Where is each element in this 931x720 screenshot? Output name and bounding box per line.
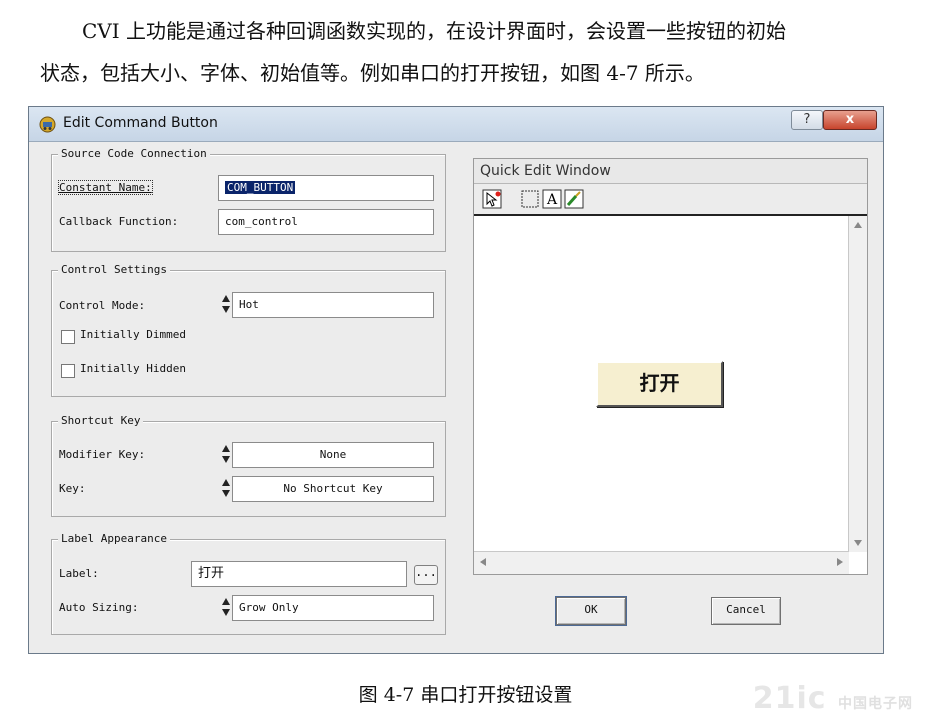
auto-sizing-spinner[interactable] <box>222 595 231 621</box>
label-text-label: Label: <box>59 567 99 580</box>
intro-line-1: CVI 上功能是通过各种回调函数实现的，在设计界面时，会设置一些按钮的初始 <box>82 19 787 43</box>
auto-sizing-field[interactable]: Grow Only <box>232 595 434 621</box>
source-code-group-title: Source Code Connection <box>58 147 210 160</box>
scroll-right-icon[interactable] <box>837 558 843 566</box>
close-button[interactable]: x <box>823 110 877 130</box>
modifier-key-field[interactable]: None <box>232 442 434 468</box>
title-bar[interactable]: Edit Command Button ? x <box>29 107 883 142</box>
quick-edit-canvas[interactable]: 打开 <box>474 216 867 574</box>
initially-dimmed-label: Initially Dimmed <box>80 328 186 341</box>
svg-text:A: A <box>546 192 558 208</box>
label-text-field[interactable]: 打开 <box>191 561 407 587</box>
watermark-main: 21ic <box>752 681 827 716</box>
control-settings-group-title: Control Settings <box>58 263 170 276</box>
preview-open-button[interactable]: 打开 <box>596 361 723 407</box>
scroll-left-icon[interactable] <box>480 558 486 566</box>
initially-hidden-checkbox[interactable] <box>61 364 75 378</box>
constant-name-value: COM_BUTTON <box>225 181 296 194</box>
control-mode-field[interactable]: Hot <box>232 292 434 318</box>
key-spinner[interactable] <box>222 476 231 502</box>
control-settings-group: Control Settings Control Mode: Hot Initi… <box>51 263 446 397</box>
select-rect-tool-icon[interactable] <box>520 189 540 209</box>
intro-paragraph: CVI 上功能是通过各种回调函数实现的，在设计界面时，会设置一些按钮的初始 状态… <box>40 10 900 94</box>
initially-dimmed-checkbox[interactable] <box>61 330 75 344</box>
watermark-sub: 中国电子网 <box>838 696 913 712</box>
horizontal-scrollbar[interactable] <box>474 551 849 574</box>
modifier-key-spinner[interactable] <box>222 442 231 468</box>
edit-command-button-dialog: Edit Command Button ? x Source Code Conn… <box>28 106 884 654</box>
quick-edit-window: Quick Edit Window A 打开 <box>473 158 868 575</box>
quick-edit-title: Quick Edit Window <box>474 159 867 184</box>
pointer-tool-icon[interactable] <box>482 189 502 209</box>
scroll-up-icon[interactable] <box>854 222 862 228</box>
color-brush-tool-icon[interactable] <box>564 189 584 209</box>
cvi-app-icon <box>39 116 56 133</box>
auto-sizing-label: Auto Sizing: <box>59 601 139 614</box>
initially-hidden-label: Initially Hidden <box>80 362 186 375</box>
cancel-button[interactable]: Cancel <box>711 597 781 625</box>
help-button[interactable]: ? <box>791 110 823 130</box>
quick-edit-toolbar: A <box>474 184 867 216</box>
callback-function-field[interactable]: com_control <box>218 209 434 235</box>
shortcut-key-group-title: Shortcut Key <box>58 414 144 427</box>
shortcut-key-group: Shortcut Key Modifier Key: None Key: No … <box>51 414 446 517</box>
text-tool-icon[interactable]: A <box>542 189 562 209</box>
intro-line-2: 状态，包括大小、字体、初始值等。例如串口的打开按钮，如图 4-7 所示。 <box>40 61 705 85</box>
control-mode-label: Control Mode: <box>59 299 146 312</box>
callback-function-label: Callback Function: <box>59 215 179 228</box>
constant-name-label: Constant Name: <box>58 180 153 195</box>
source-code-group: Source Code Connection Constant Name: CO… <box>51 147 446 252</box>
label-appearance-group-title: Label Appearance <box>58 532 170 545</box>
control-mode-spinner[interactable] <box>222 292 231 318</box>
key-field[interactable]: No Shortcut Key <box>232 476 434 502</box>
scroll-down-icon[interactable] <box>854 540 862 546</box>
key-label: Key: <box>59 482 86 495</box>
ok-button[interactable]: OK <box>555 596 627 626</box>
label-appearance-group: Label Appearance Label: 打开 ... Auto Sizi… <box>51 532 446 635</box>
dialog-title: Edit Command Button <box>63 115 218 131</box>
constant-name-field[interactable]: COM_BUTTON <box>218 175 434 201</box>
vertical-scrollbar[interactable] <box>848 216 867 552</box>
watermark: 21ic 中国电子网 <box>753 681 913 716</box>
modifier-key-label: Modifier Key: <box>59 448 146 461</box>
label-browse-button[interactable]: ... <box>414 565 438 585</box>
